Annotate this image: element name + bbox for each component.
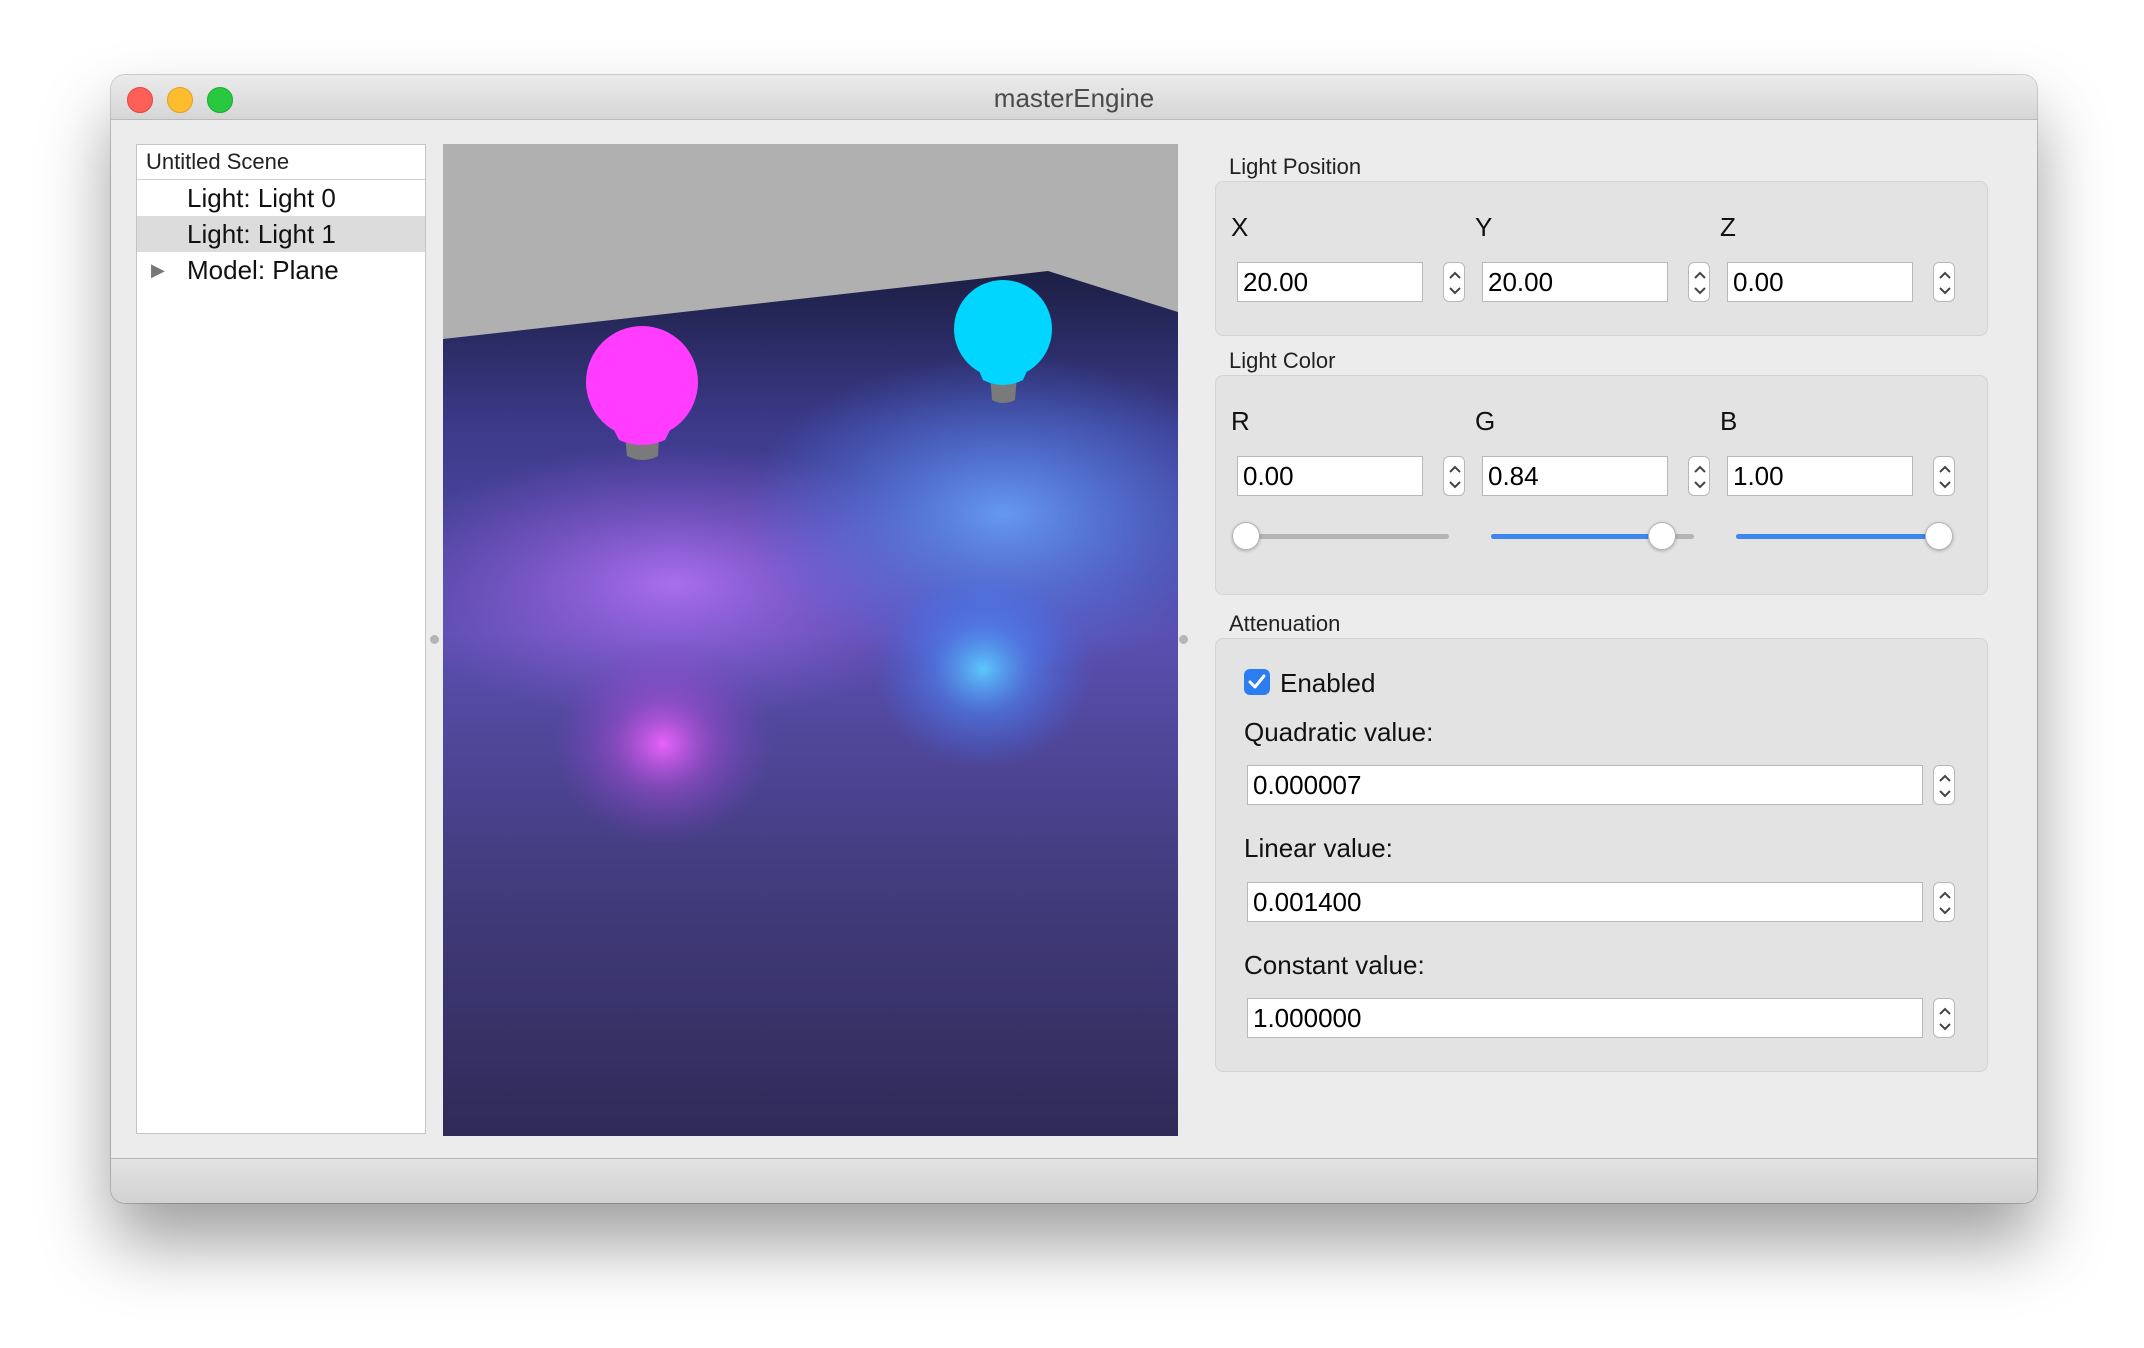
quadratic-input[interactable]: 0.000007 <box>1247 765 1923 805</box>
g-input[interactable]: 0.84 <box>1482 456 1668 496</box>
y-label: Y <box>1475 212 1493 242</box>
b-slider[interactable] <box>1736 522 1953 550</box>
scene-render <box>443 144 1178 1136</box>
quadratic-label: Quadratic value: <box>1244 717 1434 747</box>
disclosure-triangle-icon[interactable]: ▶ <box>151 252 165 288</box>
splitter-handle-right[interactable] <box>1179 635 1188 644</box>
b-label: B <box>1720 406 1738 436</box>
splitter-handle-left[interactable] <box>430 635 439 644</box>
tree-item-label: Light: Light 0 <box>187 183 336 213</box>
light-color-group: R G B 0.00 0.84 1.00 <box>1215 375 1988 595</box>
z-stepper[interactable] <box>1933 262 1955 302</box>
r-stepper[interactable] <box>1443 456 1465 496</box>
constant-stepper[interactable] <box>1933 998 1955 1038</box>
attenuation-group: Enabled Quadratic value: 0.000007 Linear… <box>1215 638 1988 1072</box>
g-label: G <box>1475 406 1496 436</box>
x-label: X <box>1231 212 1249 242</box>
r-input[interactable]: 0.00 <box>1237 456 1423 496</box>
b-slider-thumb[interactable] <box>1925 522 1953 550</box>
tree-item-model-plane[interactable]: ▶ Model: Plane <box>137 252 425 288</box>
stepper-arrows-icon <box>1449 465 1461 489</box>
stepper-arrows-icon <box>1939 465 1951 489</box>
stepper-arrows-icon <box>1939 1007 1951 1031</box>
g-slider-fill <box>1491 534 1662 539</box>
z-input[interactable]: 0.00 <box>1727 262 1913 302</box>
light-color-title: Light Color <box>1229 348 1336 373</box>
b-slider-fill <box>1736 534 1939 539</box>
stepper-arrows-icon <box>1939 774 1951 798</box>
tree-item-label: Light: Light 1 <box>187 219 336 249</box>
x-input[interactable]: 20.00 <box>1237 262 1423 302</box>
g-stepper[interactable] <box>1688 456 1710 496</box>
app-window: masterEngine Untitled Scene Light: Light… <box>111 75 2037 1203</box>
stepper-arrows-icon <box>1939 271 1951 295</box>
viewport-3d[interactable] <box>443 144 1178 1136</box>
tree-item-light-1[interactable]: Light: Light 1 <box>137 216 425 252</box>
enabled-checkbox[interactable] <box>1244 669 1270 695</box>
status-bar <box>111 1158 2037 1203</box>
b-stepper[interactable] <box>1933 456 1955 496</box>
light-1-glow <box>873 569 1093 769</box>
b-input[interactable]: 1.00 <box>1727 456 1913 496</box>
linear-stepper[interactable] <box>1933 882 1955 922</box>
x-stepper[interactable] <box>1443 262 1465 302</box>
stepper-arrows-icon <box>1694 271 1706 295</box>
checkmark-icon <box>1248 674 1266 689</box>
window-title: masterEngine <box>993 83 1155 113</box>
constant-label: Constant value: <box>1244 950 1425 980</box>
title-bar[interactable]: masterEngine <box>111 75 2037 120</box>
stepper-arrows-icon <box>1939 891 1951 915</box>
enabled-label[interactable]: Enabled <box>1280 668 1375 699</box>
y-input[interactable]: 20.00 <box>1482 262 1668 302</box>
light-position-group: X Y Z 20.00 20.00 0.00 <box>1215 181 1988 336</box>
scene-tree[interactable]: Untitled Scene Light: Light 0 Light: Lig… <box>136 144 426 1134</box>
linear-label: Linear value: <box>1244 833 1393 863</box>
g-slider-thumb[interactable] <box>1647 522 1676 550</box>
attenuation-title: Attenuation <box>1229 611 1341 636</box>
stepper-arrows-icon <box>1449 271 1461 295</box>
g-slider[interactable] <box>1491 522 1694 550</box>
linear-input[interactable]: 0.001400 <box>1247 882 1923 922</box>
tree-item-light-0[interactable]: Light: Light 0 <box>137 180 425 216</box>
light-position-title: Light Position <box>1229 154 1362 179</box>
r-slider[interactable] <box>1232 522 1449 550</box>
quadratic-stepper[interactable] <box>1933 765 1955 805</box>
constant-input[interactable]: 1.000000 <box>1247 998 1923 1038</box>
z-label: Z <box>1720 212 1736 242</box>
stepper-arrows-icon <box>1694 465 1706 489</box>
r-label: R <box>1231 406 1250 436</box>
r-slider-thumb[interactable] <box>1232 522 1260 550</box>
light-0-glow <box>553 644 773 844</box>
y-stepper[interactable] <box>1688 262 1710 302</box>
scene-tree-header[interactable]: Untitled Scene <box>137 145 425 180</box>
tree-item-label: Model: Plane <box>187 255 339 285</box>
